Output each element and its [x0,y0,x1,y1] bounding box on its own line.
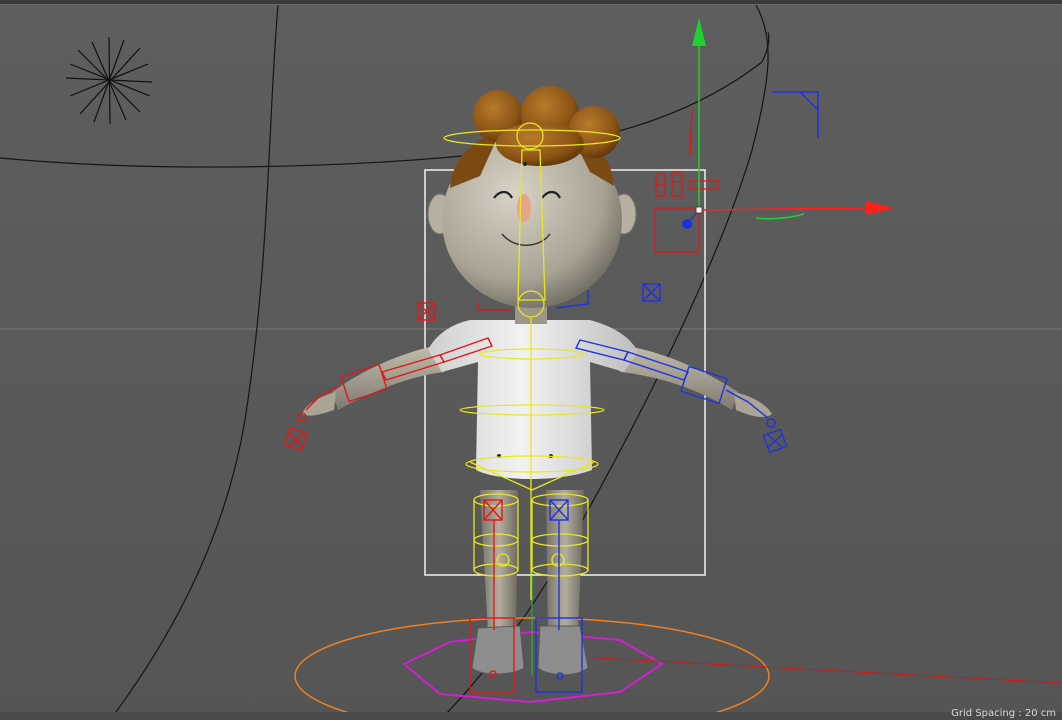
left-ik-target [283,426,309,452]
grid-spacing-label: Grid Spacing : 20 cm [951,708,1056,719]
wire-curve-left [109,4,279,720]
root-control-octagon [402,630,664,704]
nose [517,194,531,222]
left-hand-pivot [297,412,307,422]
face-controls [654,171,719,253]
right-hand [734,392,772,417]
camera-frame-corner-icon [772,91,819,138]
shirt [428,320,638,479]
gizmo-x-arrow [866,201,894,215]
viewport-bottom-strip [0,712,1062,720]
right-hand-pivot [766,418,776,428]
gizmo-rotation-arc [755,213,805,220]
right-shoe [537,625,589,676]
eye-target-box [654,207,700,253]
gizmo-y-arrow [692,18,706,46]
ground-x-axis [559,655,1062,684]
left-leg [480,490,518,632]
character-model [302,86,772,676]
light-star-icon [65,36,153,125]
left-shoe [471,625,525,675]
viewport-scene[interactable] [0,0,1062,720]
gizmo-center [695,206,703,214]
forehead-mark [523,162,527,166]
3d-viewport[interactable]: Grid Spacing : 20 cm [0,0,1062,720]
left-hand [302,392,336,416]
move-axis-gizmo-icon [689,18,894,220]
